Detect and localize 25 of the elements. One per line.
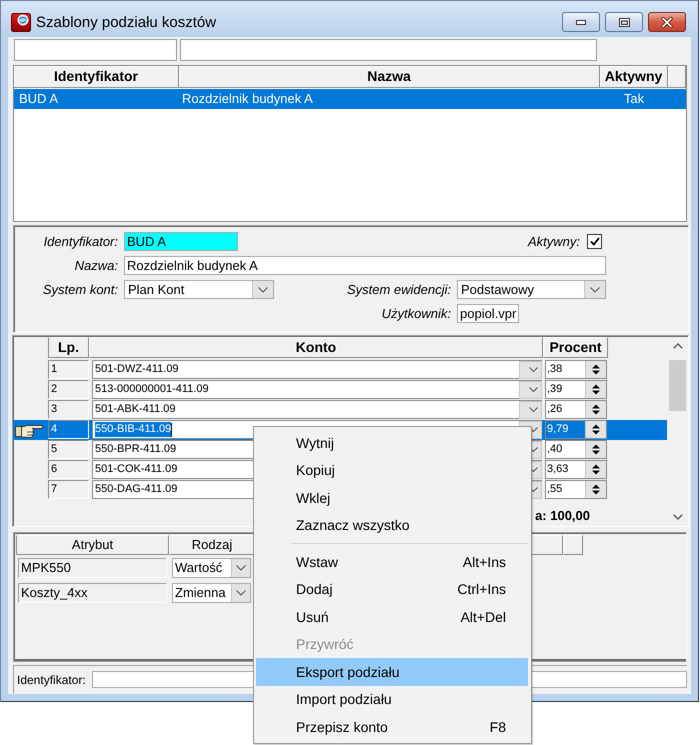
table-cell: 7 (48, 480, 89, 499)
table-cell: 1 (48, 360, 89, 379)
field-label: Identyfikator: (42, 233, 118, 251)
table-cell: 6 (48, 460, 89, 479)
shortcut-label: F8 (490, 718, 506, 735)
field-label: Identyfikator: (17, 672, 87, 686)
table-cell: MPK550 (18, 558, 167, 578)
table-cell: 3 (48, 400, 89, 419)
field-label: Nazwa: (74, 257, 118, 275)
total-text: a: 100,00 (535, 508, 590, 524)
shortcut-label: Ctrl+Ins (457, 581, 506, 598)
window-title: Szablony podziału kosztów (36, 14, 216, 30)
table-cell-text: Rozdzielnik budynek A (181, 90, 314, 108)
field-label: Aktywny: (528, 233, 580, 251)
table-cell: 2 (48, 380, 89, 399)
field-label: System kont: (42, 281, 118, 299)
table-cell: Koszty_4xx (18, 583, 167, 603)
table-cell-text: Tak (622, 90, 646, 108)
table-cell: 5 (48, 440, 89, 459)
field-label: Użytkownik: (380, 305, 451, 323)
field-label: System ewidencji: (346, 281, 451, 299)
shortcut-label: Alt+Del (460, 608, 506, 625)
table-cell: 4 (48, 420, 89, 439)
shortcut-label: Alt+Ins (462, 554, 506, 570)
table-cell-text: BUD A (18, 90, 60, 108)
